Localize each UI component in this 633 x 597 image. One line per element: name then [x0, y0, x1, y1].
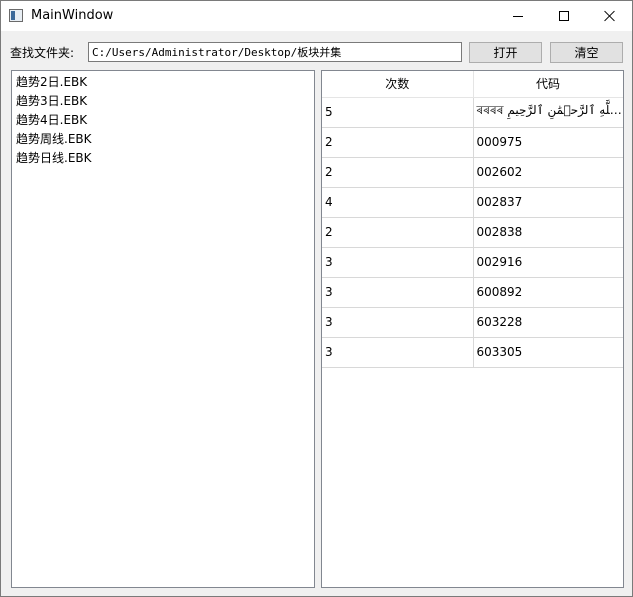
maximize-button[interactable] — [541, 1, 587, 31]
list-item[interactable]: 趋势周线.EBK — [12, 130, 314, 149]
cell-count[interactable]: 4 — [322, 187, 474, 218]
cell-code[interactable]: 002602 — [473, 157, 623, 188]
table-row[interactable]: 3 603305 — [322, 337, 623, 368]
cell-count[interactable]: 3 — [322, 247, 474, 278]
cell-code[interactable]: 000975 — [473, 127, 623, 158]
file-list[interactable]: 趋势2日.EBK 趋势3日.EBK 趋势4日.EBK 趋势周线.EBK 趋势日线… — [11, 70, 315, 588]
table-row[interactable]: 3 603228 — [322, 307, 623, 338]
close-button[interactable] — [587, 1, 633, 31]
cell-count[interactable]: 3 — [322, 277, 474, 308]
table-row[interactable]: 4 002837 — [322, 187, 623, 218]
results-table[interactable]: 次数 代码 5 ৰৰৰৰ بِسۡمِ ٱللَّهِ ٱلرَّحۡمَٰنِ… — [321, 70, 624, 588]
cell-count[interactable]: 5 — [322, 97, 474, 128]
cell-code[interactable]: 002916 — [473, 247, 623, 278]
cell-code[interactable]: ৰৰৰৰ بِسۡمِ ٱللَّهِ ٱلرَّحۡمَٰنِ ٱلرَّحِ… — [473, 97, 623, 128]
cell-code[interactable]: 002837 — [473, 187, 623, 218]
list-item[interactable]: 趋势2日.EBK — [12, 73, 314, 92]
folder-path-input[interactable] — [88, 42, 462, 62]
maximize-icon — [559, 11, 569, 21]
cell-count[interactable]: 3 — [322, 337, 474, 368]
column-header-count[interactable]: 次数 — [322, 71, 474, 98]
table-header-row: 次数 代码 — [322, 71, 623, 98]
list-item[interactable]: 趋势4日.EBK — [12, 111, 314, 130]
table-row[interactable]: 5 ৰৰৰৰ بِسۡمِ ٱللَّهِ ٱلرَّحۡمَٰنِ ٱلرَّ… — [322, 97, 623, 128]
table-row[interactable]: 3 002916 — [322, 247, 623, 278]
cell-count[interactable]: 3 — [322, 307, 474, 338]
list-item[interactable]: 趋势日线.EBK — [12, 149, 314, 168]
table-row[interactable]: 2 002838 — [322, 217, 623, 248]
main-window: MainWindow 查找文件夹: 打开 清空 趋势2日.EBK 趋势3日.EB… — [0, 0, 633, 597]
cell-code[interactable]: 002838 — [473, 217, 623, 248]
column-header-code[interactable]: 代码 — [473, 71, 623, 98]
table-row[interactable]: 2 000975 — [322, 127, 623, 158]
table-row[interactable]: 3 600892 — [322, 277, 623, 308]
minimize-button[interactable] — [495, 1, 541, 31]
search-folder-label: 查找文件夹: — [10, 46, 75, 60]
cell-count[interactable]: 2 — [322, 217, 474, 248]
open-button[interactable]: 打开 — [469, 42, 542, 63]
cell-count[interactable]: 2 — [322, 157, 474, 188]
cell-count[interactable]: 2 — [322, 127, 474, 158]
cell-code[interactable]: 603305 — [473, 337, 623, 368]
minimize-icon — [513, 15, 523, 17]
close-icon — [604, 10, 616, 22]
list-item[interactable]: 趋势3日.EBK — [12, 92, 314, 111]
table-row[interactable]: 2 002602 — [322, 157, 623, 188]
app-window-icon — [9, 9, 23, 22]
cell-code[interactable]: 603228 — [473, 307, 623, 338]
window-title: MainWindow — [31, 8, 114, 23]
clear-button[interactable]: 清空 — [550, 42, 623, 63]
title-bar[interactable]: MainWindow — [1, 1, 632, 31]
cell-code[interactable]: 600892 — [473, 277, 623, 308]
